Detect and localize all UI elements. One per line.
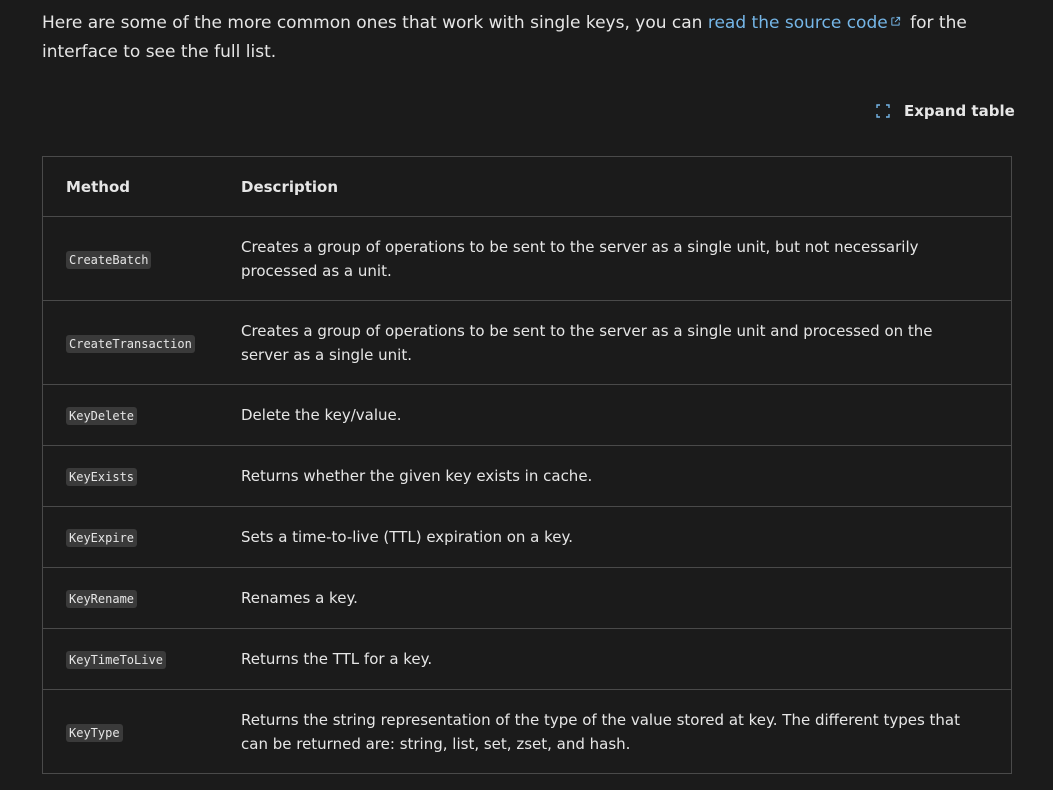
method-cell: KeyRename xyxy=(43,567,241,629)
table-row: KeyDelete Delete the key/value. xyxy=(43,384,1011,446)
method-cell: KeyExists xyxy=(43,445,241,507)
description-cell: Creates a group of operations to be sent… xyxy=(241,300,1011,385)
table-row: KeyExists Returns whether the given key … xyxy=(43,445,1011,507)
method-code: KeyExpire xyxy=(66,529,138,547)
method-cell: KeyDelete xyxy=(43,384,241,446)
method-cell: KeyType xyxy=(43,689,241,773)
description-cell: Returns whether the given key exists in … xyxy=(241,445,1011,507)
method-cell: CreateTransaction xyxy=(43,300,241,385)
method-code: CreateTransaction xyxy=(66,334,195,353)
method-cell: KeyExpire xyxy=(43,506,241,568)
table-row: CreateBatch Creates a group of operation… xyxy=(43,216,1011,301)
expand-table-button[interactable]: Expand table xyxy=(874,98,1015,124)
article-page: Here are some of the more common ones th… xyxy=(0,0,1053,790)
intro-paragraph: Here are some of the more common ones th… xyxy=(42,9,1017,67)
table-header-row: Method Description xyxy=(43,157,1011,217)
intro-text-before: Here are some of the more common ones th… xyxy=(42,13,708,33)
method-code: KeyDelete xyxy=(66,407,138,425)
method-column-header: Method xyxy=(43,157,241,217)
expand-table-label: Expand table xyxy=(904,102,1015,120)
description-column-header: Description xyxy=(241,157,1011,217)
source-code-link-label: read the source code xyxy=(707,13,888,33)
methods-table: Method Description CreateBatch Creates a… xyxy=(42,156,1012,774)
table-row: CreateTransaction Creates a group of ope… xyxy=(43,300,1011,385)
table-row: KeyRename Renames a key. xyxy=(43,567,1011,629)
description-cell: Delete the key/value. xyxy=(241,384,1011,446)
table-row: KeyExpire Sets a time-to-live (TTL) expi… xyxy=(43,506,1011,568)
method-code: KeyType xyxy=(66,723,123,742)
description-cell: Returns the string representation of the… xyxy=(241,689,1011,773)
description-cell: Creates a group of operations to be sent… xyxy=(241,216,1011,301)
description-cell: Returns the TTL for a key. xyxy=(241,628,1011,690)
method-cell: CreateBatch xyxy=(43,216,241,301)
method-code: CreateBatch xyxy=(66,250,152,269)
method-code: KeyRename xyxy=(66,590,138,608)
source-code-link[interactable]: read the source code xyxy=(708,13,905,33)
method-code: KeyExists xyxy=(66,468,138,486)
method-code: KeyTimeToLive xyxy=(66,651,166,669)
description-cell: Sets a time-to-live (TTL) expiration on … xyxy=(241,506,1011,568)
expand-icon xyxy=(876,104,890,118)
table-row: KeyType Returns the string representatio… xyxy=(43,689,1011,773)
table-row: KeyTimeToLive Returns the TTL for a key. xyxy=(43,628,1011,690)
method-cell: KeyTimeToLive xyxy=(43,628,241,690)
external-link-icon xyxy=(891,16,900,26)
description-cell: Renames a key. xyxy=(241,567,1011,629)
